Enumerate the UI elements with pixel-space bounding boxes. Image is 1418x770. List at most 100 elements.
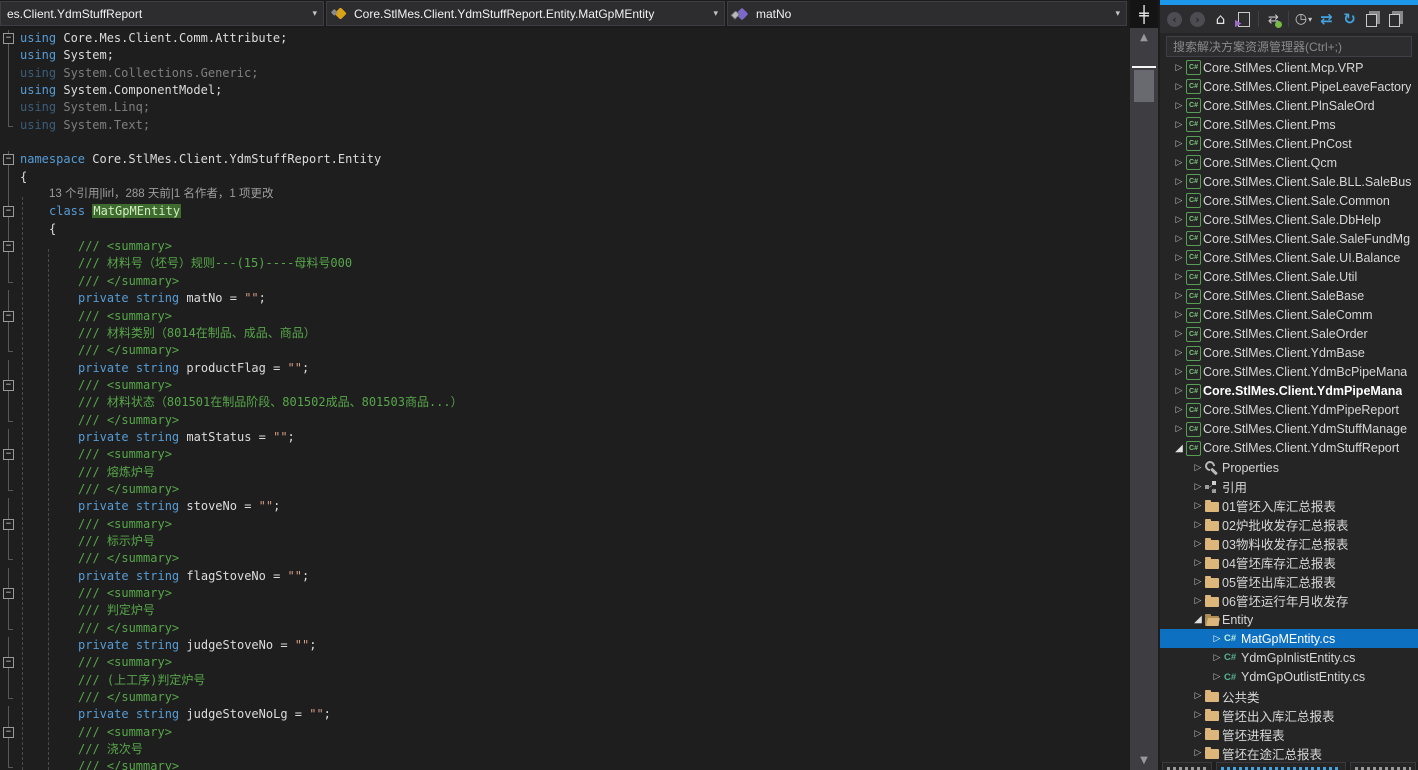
tree-item[interactable]: ▷C#Core.StlMes.Client.SaleBase [1160, 287, 1418, 306]
fold-toggle-icon[interactable] [0, 446, 18, 463]
tree-item[interactable]: ▷04管坯库存汇总报表 [1160, 553, 1418, 572]
tree-item[interactable]: ◢Entity [1160, 610, 1418, 629]
code-line[interactable]: using System.Collections.Generic; [0, 65, 1130, 82]
code-line[interactable]: /// <summary> [0, 585, 1130, 602]
tree-item[interactable]: ▷C#Core.StlMes.Client.Sale.DbHelp [1160, 210, 1418, 229]
code-line[interactable]: /// </summary> [0, 550, 1130, 567]
code-line[interactable]: /// 材料号（坯号）规则---(15)----母料号000 [0, 255, 1130, 272]
code-line[interactable]: /// <summary> [0, 516, 1130, 533]
expand-arrow-icon[interactable]: ▷ [1172, 158, 1186, 168]
tree-item[interactable]: ▷C#Core.StlMes.Client.Qcm [1160, 153, 1418, 172]
tree-item[interactable]: ▷C#Core.StlMes.Client.Sale.SaleFundMg [1160, 229, 1418, 248]
collapse-arrow-icon[interactable]: ◢ [1191, 614, 1205, 625]
expand-arrow-icon[interactable]: ▷ [1172, 329, 1186, 339]
tree-item[interactable]: ▷01管坯入库汇总报表 [1160, 496, 1418, 515]
member-dropdown[interactable]: matNo ▾ [727, 1, 1127, 26]
project-dropdown[interactable]: es.Client.YdmStuffReport ▾ [0, 1, 324, 26]
fold-toggle-icon[interactable] [0, 585, 18, 602]
fold-toggle-icon[interactable] [0, 516, 18, 533]
scroll-up-icon[interactable]: ▲ [1130, 32, 1158, 43]
tree-item[interactable]: ▷C#Core.StlMes.Client.YdmStuffManage [1160, 420, 1418, 439]
code-line[interactable]: /// </summary> [0, 620, 1130, 637]
tree-item[interactable]: ▷C#Core.StlMes.Client.SaleComm [1160, 306, 1418, 325]
expand-arrow-icon[interactable]: ▷ [1191, 539, 1205, 549]
code-line[interactable]: /// <summary> [0, 377, 1130, 394]
expand-arrow-icon[interactable]: ▷ [1172, 310, 1186, 320]
fold-toggle-icon[interactable] [0, 724, 18, 741]
expand-arrow-icon[interactable]: ▷ [1191, 710, 1205, 720]
code-line[interactable]: class MatGpMEntity [0, 203, 1130, 220]
collapse-arrow-icon[interactable]: ◢ [1172, 443, 1186, 454]
code-line[interactable]: /// </summary> [0, 342, 1130, 359]
expand-arrow-icon[interactable]: ▷ [1191, 596, 1205, 606]
code-line[interactable]: { [0, 221, 1130, 238]
tree-item[interactable]: ▷C#Core.StlMes.Client.Sale.BLL.SaleBus [1160, 172, 1418, 191]
tree-item[interactable]: ▷C#Core.StlMes.Client.YdmBcPipeMana [1160, 363, 1418, 382]
tree-item[interactable]: ▷管坯出入库汇总报表 [1160, 706, 1418, 725]
code-line[interactable]: using System.Text; [0, 117, 1130, 134]
expand-arrow-icon[interactable]: ▷ [1172, 63, 1186, 73]
fold-toggle-icon[interactable] [0, 308, 18, 325]
code-line[interactable]: /// <summary> [0, 446, 1130, 463]
expand-arrow-icon[interactable]: ▷ [1191, 577, 1205, 587]
refresh-button[interactable]: ⇄ [1317, 9, 1336, 29]
expand-arrow-icon[interactable]: ▷ [1191, 729, 1205, 739]
tree-item[interactable]: ▷C#YdmGpInlistEntity.cs [1160, 648, 1418, 667]
tree-item[interactable]: ▷C#Core.StlMes.Client.YdmPipeReport [1160, 401, 1418, 420]
expand-arrow-icon[interactable]: ▷ [1172, 367, 1186, 377]
code-line[interactable]: /// (上工序)判定炉号 [0, 672, 1130, 689]
tree-item[interactable]: ▷Properties [1160, 458, 1418, 477]
tree-item[interactable]: ▷05管坯出库汇总报表 [1160, 572, 1418, 591]
code-line[interactable]: private string flagStoveNo = ""; [0, 568, 1130, 585]
fold-toggle-icon[interactable] [0, 377, 18, 394]
code-line[interactable]: /// <summary> [0, 308, 1130, 325]
code-line[interactable]: /// <summary> [0, 654, 1130, 671]
tree-item[interactable]: ▷06管坯运行年月收发存 [1160, 591, 1418, 610]
collapse-all-button[interactable] [1363, 9, 1382, 29]
tree-item[interactable]: ▷C#MatGpMEntity.cs [1160, 629, 1418, 648]
tree-item[interactable]: ▷C#Core.StlMes.Client.PipeLeaveFactory [1160, 77, 1418, 96]
expand-arrow-icon[interactable]: ▷ [1172, 196, 1186, 206]
expand-arrow-icon[interactable]: ▷ [1191, 748, 1205, 758]
tree-item[interactable]: ▷02炉批收发存汇总报表 [1160, 515, 1418, 534]
code-line[interactable]: /// <summary> [0, 724, 1130, 741]
expand-arrow-icon[interactable]: ▷ [1172, 253, 1186, 263]
code-editor[interactable]: using Core.Mes.Client.Comm.Attribute; usi… [0, 28, 1130, 770]
code-line[interactable]: /// </summary> [0, 273, 1130, 290]
expand-arrow-icon[interactable]: ▷ [1191, 691, 1205, 701]
tree-item[interactable]: ▷03物料收发存汇总报表 [1160, 534, 1418, 553]
bottom-tab-active[interactable] [1216, 762, 1346, 770]
code-line[interactable]: using Core.Mes.Client.Comm.Attribute; [0, 30, 1130, 47]
editor-scrollbar[interactable]: ▲ ▼ [1130, 28, 1158, 770]
expand-arrow-icon[interactable]: ▷ [1191, 482, 1205, 492]
tree-item[interactable]: ◢C#Core.StlMes.Client.YdmStuffReport [1160, 439, 1418, 458]
code-line[interactable]: /// 标示炉号 [0, 533, 1130, 550]
split-window-button[interactable]: ╪ [1130, 0, 1158, 28]
expand-arrow-icon[interactable]: ▷ [1172, 348, 1186, 358]
tree-item[interactable]: ▷C#Core.StlMes.Client.PlnSaleOrd [1160, 96, 1418, 115]
search-input[interactable] [1166, 36, 1412, 57]
forward-button[interactable]: › [1188, 9, 1207, 29]
tree-item[interactable]: ▷C#Core.StlMes.Client.PnCost [1160, 134, 1418, 153]
fold-toggle-icon[interactable] [0, 30, 18, 47]
code-line[interactable]: /// 浇次号 [0, 741, 1130, 758]
fold-toggle-icon[interactable] [0, 151, 18, 168]
expand-arrow-icon[interactable]: ▷ [1172, 405, 1186, 415]
code-line[interactable]: using System.ComponentModel; [0, 82, 1130, 99]
tree-item[interactable]: ▷C#Core.StlMes.Client.YdmPipeMana [1160, 382, 1418, 401]
expand-arrow-icon[interactable]: ▷ [1172, 386, 1186, 396]
fold-toggle-icon[interactable] [0, 238, 18, 255]
tree-item[interactable]: ▷管坯进程表 [1160, 725, 1418, 744]
pending-changes-filter-button[interactable]: ◷▾ [1294, 9, 1313, 29]
code-line[interactable]: /// </summary> [0, 758, 1130, 770]
bottom-tab[interactable] [1162, 762, 1212, 770]
expand-arrow-icon[interactable]: ▷ [1172, 101, 1186, 111]
tree-item[interactable]: ▷管坯在途汇总报表 [1160, 744, 1418, 763]
tree-item[interactable]: ▷引用 [1160, 477, 1418, 496]
code-line[interactable]: private string matNo = ""; [0, 290, 1130, 307]
expand-arrow-icon[interactable]: ▷ [1172, 215, 1186, 225]
expand-arrow-icon[interactable]: ▷ [1191, 463, 1205, 473]
code-line[interactable] [0, 134, 1130, 151]
home-button[interactable]: ⌂ [1211, 9, 1230, 29]
tree-item[interactable]: ▷C#Core.StlMes.Client.Sale.UI.Balance [1160, 248, 1418, 267]
